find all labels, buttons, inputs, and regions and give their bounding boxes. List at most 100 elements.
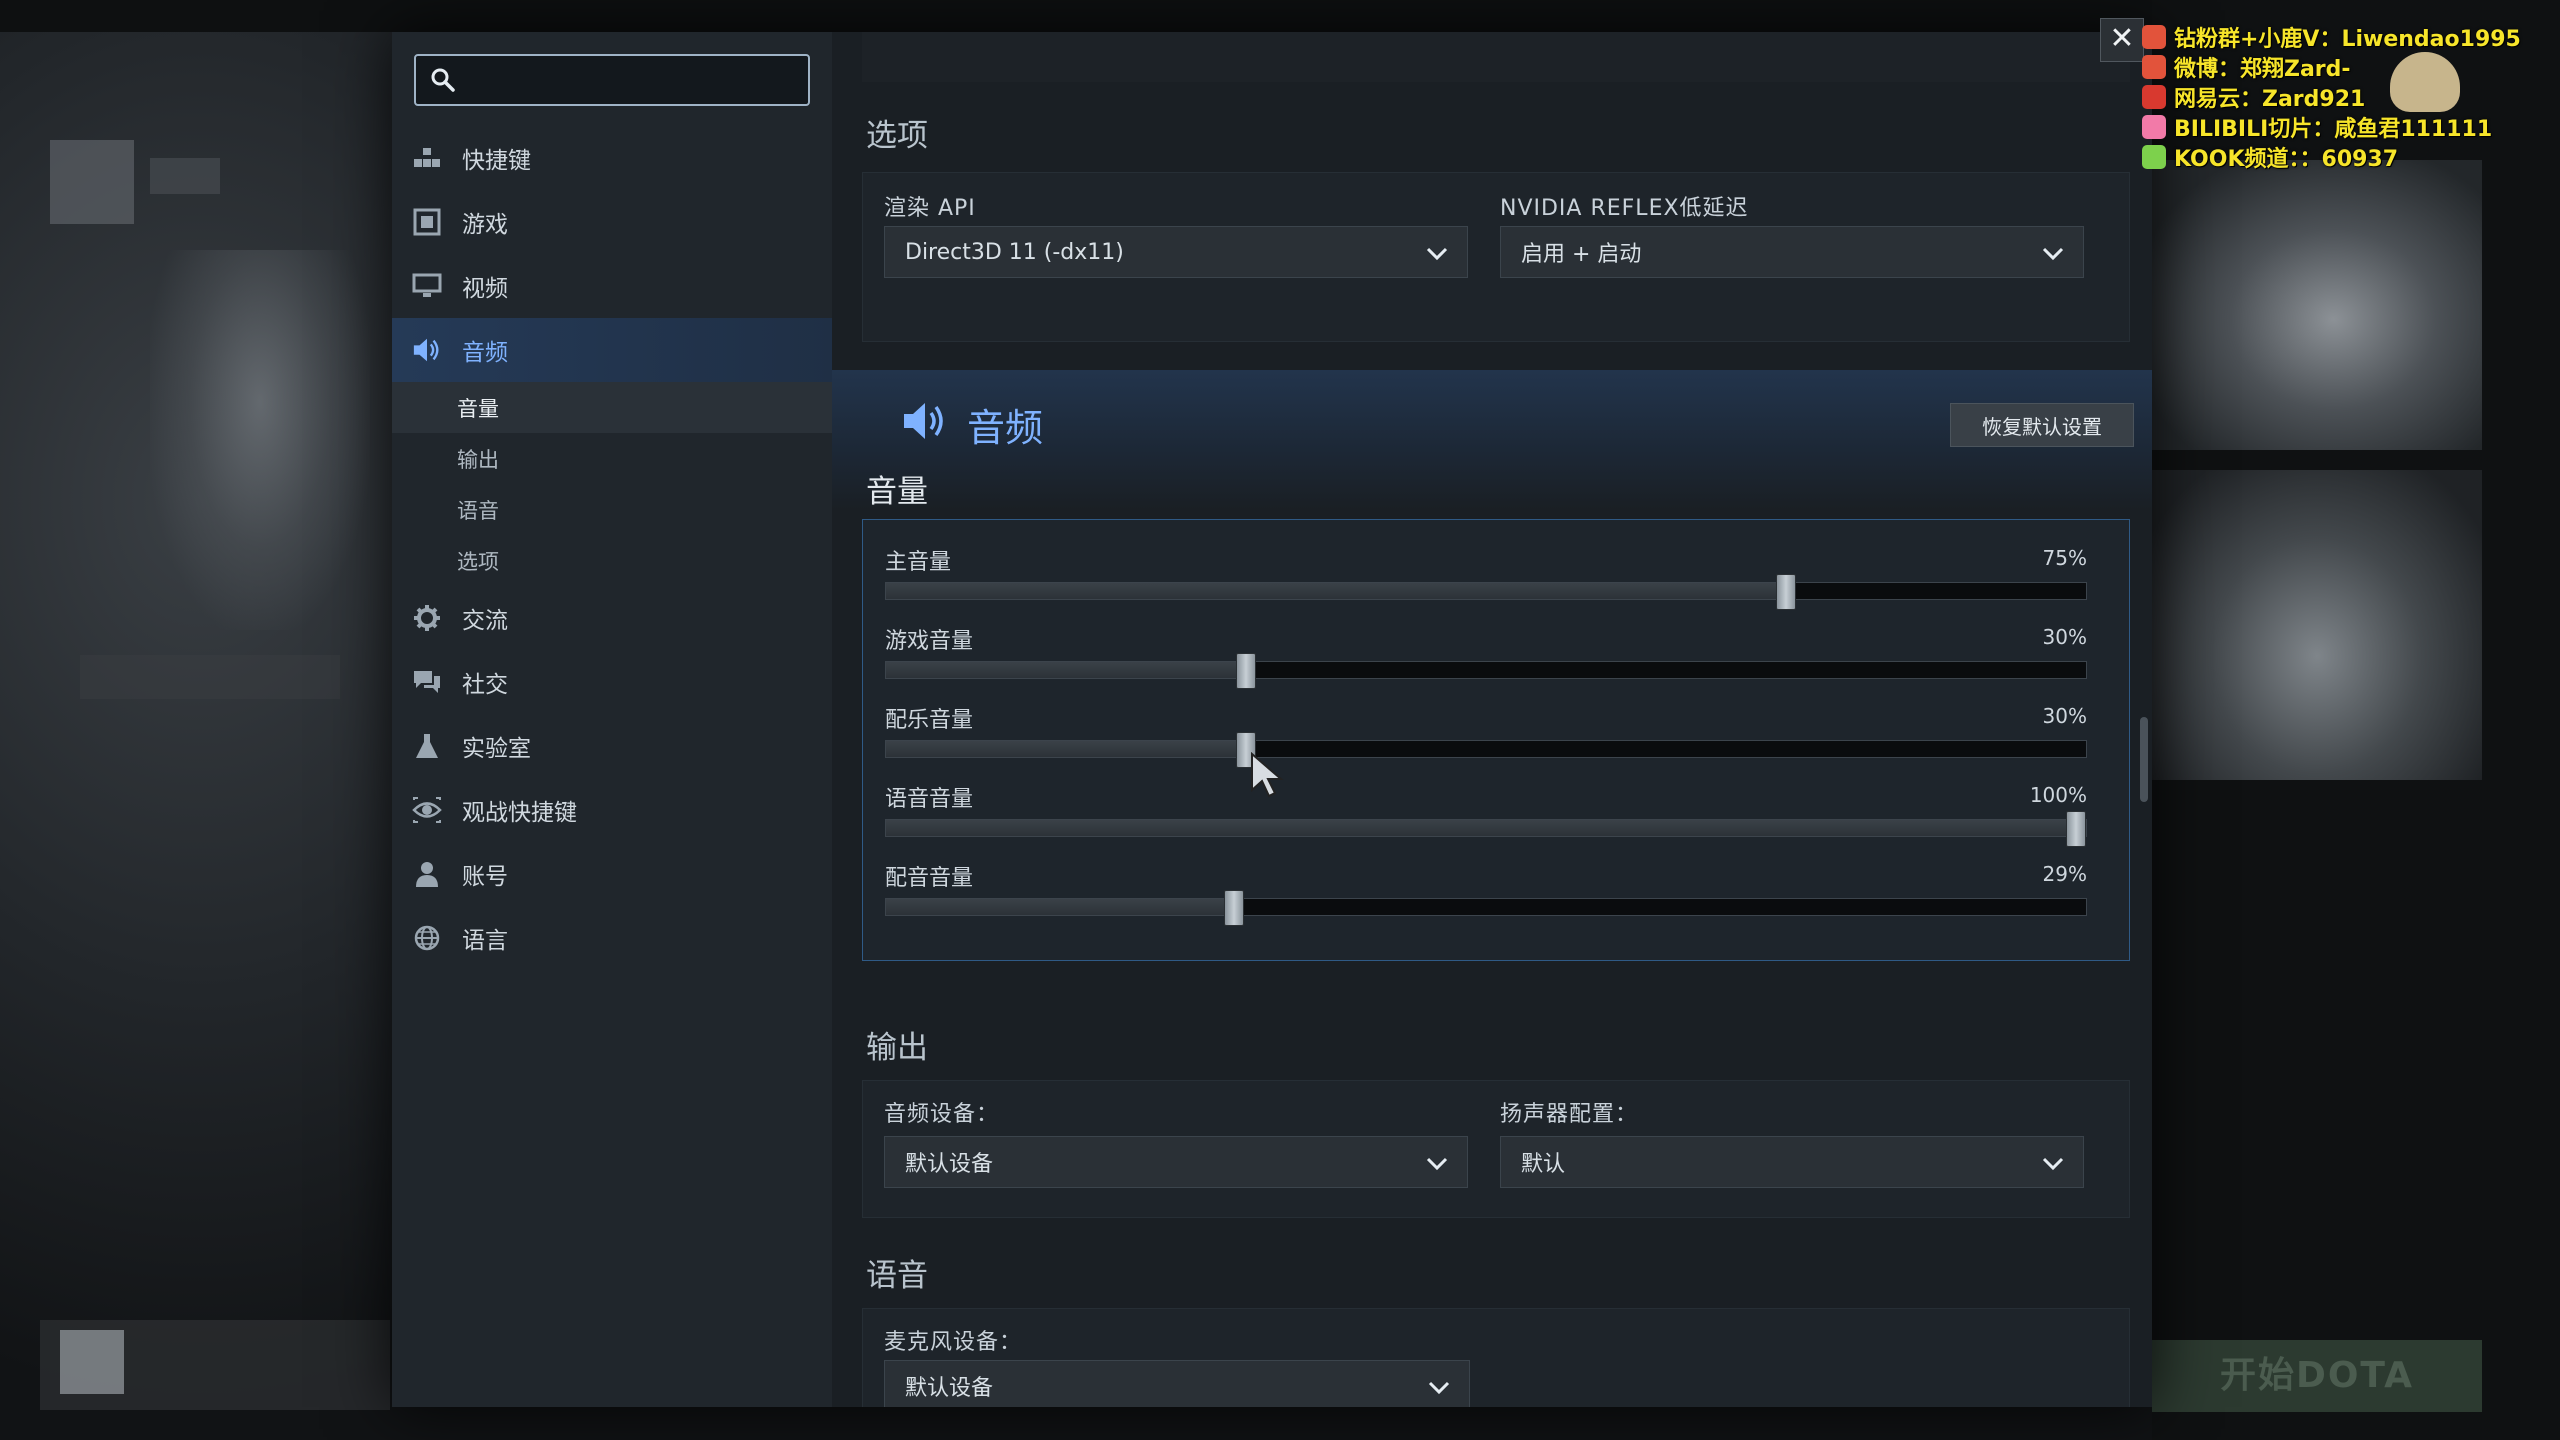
output-section-title: 输出 — [866, 1030, 928, 1066]
overlay-text: 网易云：Zard921 — [2174, 87, 2366, 112]
audio-device-label: 音频设备： — [884, 1102, 1000, 1127]
sidebar-item-lab[interactable]: 实验室 — [392, 714, 832, 778]
sidebar-item-label: 语言 — [462, 928, 508, 954]
slider-handle[interactable] — [1224, 890, 1244, 926]
game-icon — [412, 207, 442, 237]
background-play-button: 开始DOTA — [2152, 1340, 2482, 1412]
sidebar-subitem-options[interactable]: 选项 — [392, 535, 832, 586]
chevron-down-icon — [1428, 1381, 1450, 1395]
stream-overlay: 钻粉群+小鹿V：Liwendao1995 微博：郑翔Zard- 网易云：Zard… — [2142, 22, 2552, 172]
overlay-line: 微博：郑翔Zard- — [2142, 52, 2552, 82]
slider-value: 30% — [2042, 704, 2087, 728]
speaker-config-label: 扬声器配置： — [1500, 1102, 1639, 1127]
overlay-text: 钻粉群+小鹿V：Liwendao1995 — [2174, 27, 2521, 52]
render-api-dropdown[interactable]: Direct3D 11 (-dx11) — [884, 226, 1468, 278]
search-icon — [431, 68, 455, 92]
background-news-card — [2152, 160, 2482, 450]
sidebar-subitem-volume[interactable]: 音量 — [392, 382, 832, 433]
render-api-label: 渲染 API — [884, 196, 976, 221]
overlay-line: KOOK频道：：60937 — [2142, 142, 2552, 172]
slider-value: 75% — [2042, 546, 2087, 570]
render-api-value: Direct3D 11 (-dx11) — [905, 239, 1124, 265]
eye-icon — [412, 795, 442, 825]
speaker-config-dropdown[interactable]: 默认 — [1500, 1136, 2084, 1188]
slider-fill — [886, 741, 1246, 757]
mic-device-label: 麦克风设备： — [884, 1330, 1023, 1355]
voice-volume-slider[interactable] — [885, 811, 2087, 847]
sidebar-item-label: 交流 — [462, 608, 508, 634]
speaker-icon — [904, 403, 943, 439]
close-button[interactable]: ✕ — [2100, 18, 2144, 62]
sidebar-item-label: 视频 — [462, 276, 508, 302]
monitor-icon — [412, 271, 442, 301]
sidebar-item-label: 账号 — [462, 864, 508, 890]
slider-handle[interactable] — [1236, 653, 1256, 689]
screen: 开始DOTA 快捷键 游戏 视频 音频 音量 输出 语音 选项 交流 社交 实验… — [0, 0, 2560, 1440]
hotkeys-icon — [412, 143, 442, 173]
user-icon — [412, 859, 442, 889]
settings-window: 快捷键 游戏 视频 音频 音量 输出 语音 选项 交流 社交 实验室 观战快捷键… — [392, 32, 2152, 1407]
music-volume-row: 配乐音量 30% — [885, 702, 2087, 768]
music-volume-slider[interactable] — [885, 732, 2087, 768]
slider-fill — [886, 820, 2086, 836]
chevron-down-icon — [1426, 1157, 1448, 1171]
content-scrollbar[interactable] — [2140, 717, 2148, 802]
slider-value: 30% — [2042, 625, 2087, 649]
slider-handle[interactable] — [2066, 811, 2086, 847]
gear-icon — [412, 603, 442, 633]
slider-label: 主音量 — [885, 550, 952, 575]
background-play-label: 开始DOTA — [2219, 1355, 2415, 1396]
background-news-card — [2152, 470, 2482, 780]
sidebar-subitem-output[interactable]: 输出 — [392, 433, 832, 484]
slider-value: 29% — [2042, 862, 2087, 886]
bilibili-icon — [2142, 115, 2166, 139]
sidebar-item-hotkeys[interactable]: 快捷键 — [392, 126, 832, 190]
sidebar-item-account[interactable]: 账号 — [392, 842, 832, 906]
nvidia-reflex-dropdown[interactable]: 启用 + 启动 — [1500, 226, 2084, 278]
slider-label: 配音音量 — [885, 866, 974, 891]
chevron-down-icon — [1426, 247, 1448, 261]
sidebar-item-game[interactable]: 游戏 — [392, 190, 832, 254]
slider-label: 游戏音量 — [885, 629, 974, 654]
volume-section-title: 音量 — [866, 474, 928, 510]
sidebar-item-communication[interactable]: 交流 — [392, 586, 832, 650]
background-avatar — [50, 140, 134, 224]
overlay-line: BILIBILI切片：咸鱼君111111 — [2142, 112, 2552, 142]
settings-nav: 快捷键 游戏 视频 音频 音量 输出 语音 选项 交流 社交 实验室 观战快捷键… — [392, 126, 832, 970]
sidebar-item-video[interactable]: 视频 — [392, 254, 832, 318]
netease-music-icon — [2142, 85, 2166, 109]
background-hero-art — [150, 250, 370, 630]
game-volume-slider[interactable] — [885, 653, 2087, 689]
sidebar-subitem-voice[interactable]: 语音 — [392, 484, 832, 535]
announcer-volume-slider[interactable] — [885, 890, 2087, 926]
kook-icon — [2142, 145, 2166, 169]
announcer-volume-row: 配音音量 29% — [885, 860, 2087, 926]
audio-device-value: 默认设备 — [905, 1152, 994, 1177]
reset-defaults-button[interactable]: 恢复默认设置 — [1950, 403, 2134, 447]
sidebar-item-label: 社交 — [462, 672, 508, 698]
sidebar-item-social[interactable]: 社交 — [392, 650, 832, 714]
background-name — [150, 158, 220, 194]
sidebar-item-spectator-hotkeys[interactable]: 观战快捷键 — [392, 778, 832, 842]
sidebar-item-label: 实验室 — [462, 736, 531, 762]
background-bottom-avatar — [60, 1330, 124, 1394]
sidebar-item-audio[interactable]: 音频 — [392, 318, 832, 382]
search-input[interactable] — [466, 56, 808, 104]
mouse-cursor-icon — [1251, 752, 1284, 798]
chevron-down-icon — [2042, 1157, 2064, 1171]
sidebar-item-language[interactable]: 语言 — [392, 906, 832, 970]
overlay-text: BILIBILI切片：咸鱼君111111 — [2174, 117, 2493, 142]
previous-section-strip — [862, 32, 2130, 82]
settings-sidebar: 快捷键 游戏 视频 音频 音量 输出 语音 选项 交流 社交 实验室 观战快捷键… — [392, 32, 832, 1407]
audio-device-dropdown[interactable]: 默认设备 — [884, 1136, 1468, 1188]
volume-panel: 主音量 75% 游戏音量 30% 配乐音量 30% 语音音量 100% 配音音量… — [862, 519, 2130, 961]
mic-device-dropdown[interactable]: 默认设备 — [884, 1360, 1470, 1407]
search-box[interactable] — [414, 54, 810, 106]
chat-icon — [412, 667, 442, 697]
slider-fill — [886, 583, 1786, 599]
speaker-icon — [412, 335, 442, 365]
sidebar-item-label: 游戏 — [462, 212, 508, 238]
options-section-title: 选项 — [866, 118, 928, 154]
slider-handle[interactable] — [1776, 574, 1796, 610]
master-volume-slider[interactable] — [885, 574, 2087, 610]
